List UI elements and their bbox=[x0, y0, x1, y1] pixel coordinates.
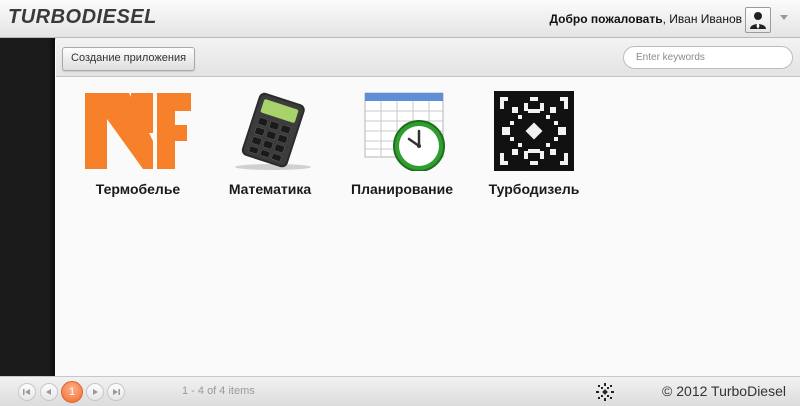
next-page-icon[interactable] bbox=[86, 383, 104, 401]
nf-logo-icon bbox=[83, 91, 193, 171]
chevron-down-icon[interactable] bbox=[780, 15, 788, 20]
first-page-icon[interactable] bbox=[18, 383, 36, 401]
app-label: Планирование bbox=[351, 181, 453, 197]
user-avatar-button[interactable] bbox=[745, 7, 771, 33]
app-tile-matematika[interactable]: Математика bbox=[210, 91, 330, 197]
toolbar: Создание приложения bbox=[56, 38, 800, 77]
welcome-greeting: Добро пожаловать bbox=[549, 12, 663, 26]
turbodiesel-ornament-icon bbox=[479, 91, 589, 171]
last-page-icon[interactable] bbox=[107, 383, 125, 401]
app-tile-termobelie[interactable]: Термобелье bbox=[78, 91, 198, 197]
create-app-button[interactable]: Создание приложения bbox=[62, 47, 196, 71]
calculator-icon bbox=[215, 91, 325, 171]
footer-pager: 1 1 - 4 of 4 items © 2012 TurboDiesel bbox=[0, 376, 800, 406]
copyright-text: © 2012 TurboDiesel bbox=[662, 383, 786, 399]
items-info: 1 - 4 of 4 items bbox=[182, 385, 255, 397]
app-label: Термобелье bbox=[95, 181, 181, 197]
user-icon bbox=[750, 12, 766, 29]
app-label: Математика bbox=[228, 181, 312, 197]
calendar-clock-icon bbox=[347, 91, 457, 172]
user-name: , Иван Иванов bbox=[662, 12, 742, 26]
welcome-text: Добро пожаловать, Иван Иванов bbox=[549, 12, 742, 26]
app-label: Турбодизель bbox=[488, 181, 580, 197]
current-page[interactable]: 1 bbox=[61, 381, 83, 403]
turbodiesel-logo-icon bbox=[596, 383, 614, 401]
prev-page-icon[interactable] bbox=[40, 383, 58, 401]
top-header: TURBODIESEL Добро пожаловать, Иван Ивано… bbox=[0, 0, 800, 38]
search-input[interactable] bbox=[623, 46, 793, 69]
app-tile-turbodizel[interactable]: Турбодизель bbox=[474, 91, 594, 197]
app-tile-planirovanie[interactable]: Планирование bbox=[342, 91, 462, 197]
left-sidebar bbox=[0, 38, 55, 376]
app-grid: Термобелье Математика Планирование Турбо… bbox=[56, 77, 800, 375]
brand-logo[interactable]: TURBODIESEL bbox=[8, 6, 157, 29]
